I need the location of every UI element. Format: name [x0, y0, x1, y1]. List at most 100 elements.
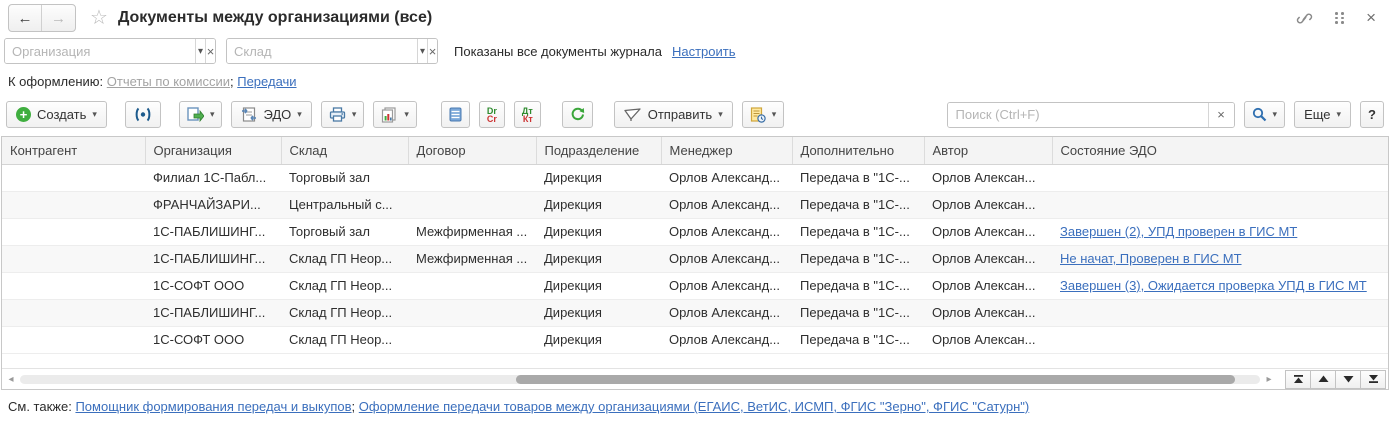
- cell-manager[interactable]: Орлов Александ...: [661, 326, 792, 353]
- cell-manager[interactable]: Орлов Александ...: [661, 164, 792, 191]
- table-row[interactable]: 1С-ПАБЛИШИНГ...Склад ГП Неор...Межфирмен…: [2, 245, 1388, 272]
- organization-clear-icon[interactable]: ×: [205, 39, 215, 63]
- cell-edo_state[interactable]: Не начат, Проверен в ГИС МТ: [1052, 245, 1388, 272]
- cell-edo_state[interactable]: [1052, 326, 1388, 353]
- scrollbar-thumb[interactable]: [516, 375, 1235, 384]
- forward-button[interactable]: →: [42, 5, 75, 31]
- edo-state-link[interactable]: Завершен (2), УПД проверен в ГИС МТ: [1060, 224, 1297, 239]
- cell-department[interactable]: Дирекция: [536, 164, 661, 191]
- cell-contract[interactable]: Межфирменная ...: [408, 218, 536, 245]
- column-header-organization[interactable]: Организация: [145, 137, 281, 164]
- scroll-right-icon[interactable]: ▸: [1262, 374, 1276, 385]
- cell-edo_state[interactable]: Завершен (3), Ожидается проверка УПД в Г…: [1052, 272, 1388, 299]
- cell-department[interactable]: Дирекция: [536, 191, 661, 218]
- cell-additional[interactable]: Передача в "1С-...: [792, 218, 924, 245]
- cell-department[interactable]: Дирекция: [536, 326, 661, 353]
- search-input[interactable]: [948, 103, 1208, 127]
- cell-additional[interactable]: Передача в "1С-...: [792, 299, 924, 326]
- table-row[interactable]: 1С-СОФТ ОООСклад ГП Неор...ДирекцияОрлов…: [2, 272, 1388, 299]
- cell-contract[interactable]: [408, 299, 536, 326]
- cell-warehouse[interactable]: Торговый зал: [281, 164, 408, 191]
- cell-organization[interactable]: Филиал 1С-Пабл...: [145, 164, 281, 191]
- cell-contragent[interactable]: [2, 164, 145, 191]
- column-header-author[interactable]: Автор: [924, 137, 1052, 164]
- cell-organization[interactable]: 1С-ПАБЛИШИНГ...: [145, 299, 281, 326]
- cell-contragent[interactable]: [2, 245, 145, 272]
- configure-filter-link[interactable]: Настроить: [672, 44, 736, 59]
- go-last-row-button[interactable]: [1360, 370, 1386, 389]
- cell-organization[interactable]: ФРАНЧАЙЗАРИ...: [145, 191, 281, 218]
- organization-filter-input[interactable]: [5, 39, 195, 63]
- warehouse-clear-icon[interactable]: ×: [427, 39, 437, 63]
- go-first-row-button[interactable]: [1285, 370, 1311, 389]
- create-button[interactable]: + Создать▾: [6, 101, 107, 128]
- cell-contract[interactable]: Межфирменная ...: [408, 245, 536, 272]
- get-link-icon[interactable]: [1296, 11, 1313, 26]
- edo-button[interactable]: ЭДО▾: [231, 101, 311, 128]
- edo-state-link[interactable]: Не начат, Проверен в ГИС МТ: [1060, 251, 1242, 266]
- table-row[interactable]: 1С-ПАБЛИШИНГ...Склад ГП Неор...ДирекцияО…: [2, 299, 1388, 326]
- cell-author[interactable]: Орлов Алексан...: [924, 218, 1052, 245]
- table-row[interactable]: 1С-ПАБЛИШИНГ...Торговый залМежфирменная …: [2, 218, 1388, 245]
- cell-contract[interactable]: [408, 272, 536, 299]
- cell-manager[interactable]: Орлов Александ...: [661, 272, 792, 299]
- cell-department[interactable]: Дирекция: [536, 218, 661, 245]
- cell-manager[interactable]: Орлов Александ...: [661, 245, 792, 272]
- cell-warehouse[interactable]: Склад ГП Неор...: [281, 326, 408, 353]
- row-up-button[interactable]: [1310, 370, 1336, 389]
- column-header-manager[interactable]: Менеджер: [661, 137, 792, 164]
- search-settings-button[interactable]: ▾: [1244, 101, 1286, 128]
- cell-warehouse[interactable]: Торговый зал: [281, 218, 408, 245]
- cell-department[interactable]: Дирекция: [536, 245, 661, 272]
- table-row[interactable]: ФРАНЧАЙЗАРИ...Центральный с...ДирекцияОр…: [2, 191, 1388, 218]
- column-header-edo_state[interactable]: Состояние ЭДО: [1052, 137, 1388, 164]
- cell-contragent[interactable]: [2, 326, 145, 353]
- cell-manager[interactable]: Орлов Александ...: [661, 191, 792, 218]
- cell-manager[interactable]: Орлов Александ...: [661, 299, 792, 326]
- column-header-department[interactable]: Подразделение: [536, 137, 661, 164]
- cell-contract[interactable]: [408, 191, 536, 218]
- transfer-helper-link[interactable]: Помощник формирования передач и выкупов: [75, 399, 351, 414]
- cell-contragent[interactable]: [2, 191, 145, 218]
- column-header-contragent[interactable]: Контрагент: [2, 137, 145, 164]
- close-icon[interactable]: ×: [1366, 8, 1376, 28]
- cell-organization[interactable]: 1С-ПАБЛИШИНГ...: [145, 218, 281, 245]
- window-menu-icon[interactable]: [1335, 12, 1344, 24]
- cell-manager[interactable]: Орлов Александ...: [661, 218, 792, 245]
- cell-edo_state[interactable]: [1052, 299, 1388, 326]
- cell-contragent[interactable]: [2, 218, 145, 245]
- cell-warehouse[interactable]: Склад ГП Неор...: [281, 272, 408, 299]
- commission-reports-link[interactable]: Отчеты по комиссии: [107, 74, 230, 89]
- column-header-warehouse[interactable]: Склад: [281, 137, 408, 164]
- cell-contract[interactable]: [408, 164, 536, 191]
- dtkt-button[interactable]: ДтКт: [514, 101, 541, 128]
- column-header-additional[interactable]: Дополнительно: [792, 137, 924, 164]
- deferred-button[interactable]: ▾: [742, 101, 785, 128]
- more-button[interactable]: Еще▾: [1294, 101, 1351, 128]
- warehouse-dropdown-icon[interactable]: ▾: [417, 39, 427, 63]
- edo-state-link[interactable]: Завершен (3), Ожидается проверка УПД в Г…: [1060, 278, 1367, 293]
- cell-organization[interactable]: 1С-ПАБЛИШИНГ...: [145, 245, 281, 272]
- cell-author[interactable]: Орлов Алексан...: [924, 326, 1052, 353]
- cell-author[interactable]: Орлов Алексан...: [924, 245, 1052, 272]
- drcr-button[interactable]: DrCr: [479, 101, 505, 128]
- cell-author[interactable]: Орлов Алексан...: [924, 272, 1052, 299]
- cell-edo_state[interactable]: [1052, 191, 1388, 218]
- transfer-registration-link[interactable]: Оформление передачи товаров между органи…: [359, 399, 1029, 414]
- scroll-left-icon[interactable]: ◂: [4, 374, 18, 385]
- cell-additional[interactable]: Передача в "1С-...: [792, 272, 924, 299]
- cell-additional[interactable]: Передача в "1С-...: [792, 245, 924, 272]
- cell-author[interactable]: Орлов Алексан...: [924, 299, 1052, 326]
- cell-warehouse[interactable]: Склад ГП Неор...: [281, 245, 408, 272]
- back-button[interactable]: ←: [9, 5, 42, 31]
- cell-department[interactable]: Дирекция: [536, 299, 661, 326]
- cell-edo_state[interactable]: Завершен (2), УПД проверен в ГИС МТ: [1052, 218, 1388, 245]
- table-row[interactable]: 1С-СОФТ ОООСклад ГП Неор...ДирекцияОрлов…: [2, 326, 1388, 353]
- cell-warehouse[interactable]: Центральный с...: [281, 191, 408, 218]
- table-row[interactable]: Филиал 1С-Пабл...Торговый зал ДирекцияОрл…: [2, 164, 1388, 191]
- cell-author[interactable]: Орлов Алексан...: [924, 191, 1052, 218]
- set-interval-button[interactable]: [125, 101, 161, 128]
- warehouse-filter-input[interactable]: [227, 39, 417, 63]
- favorite-star-icon[interactable]: ☆: [90, 8, 108, 28]
- register-button[interactable]: [441, 101, 470, 128]
